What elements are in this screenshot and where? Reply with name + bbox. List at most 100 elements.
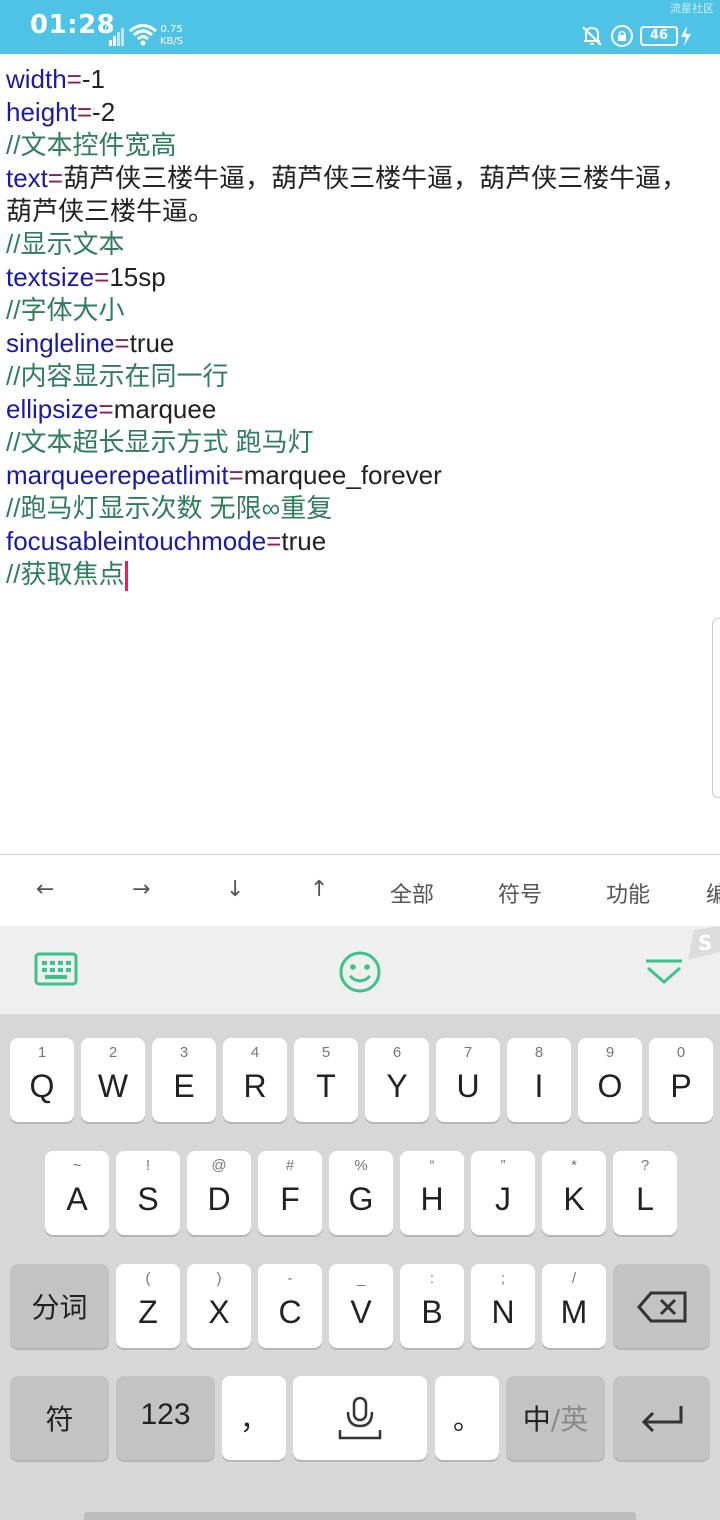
- key-label: P: [670, 1068, 692, 1104]
- language-switch-key[interactable]: 中/英: [506, 1376, 605, 1460]
- keyboard-icon[interactable]: [34, 952, 78, 986]
- attribute-value: -2: [92, 97, 116, 127]
- numbers-key[interactable]: 123: [116, 1376, 215, 1460]
- key-c[interactable]: -C: [258, 1264, 322, 1348]
- cursor-up-button[interactable]: ↑: [310, 877, 328, 902]
- segment-key[interactable]: 分词: [10, 1264, 109, 1348]
- symbol-key-label: 符: [45, 1403, 74, 1436]
- hide-keyboard-icon[interactable]: [644, 958, 684, 986]
- key-v[interactable]: _ V: [329, 1264, 393, 1348]
- code-attribute-line: text=葫芦侠三楼牛逼，葫芦侠三楼牛逼，葫芦侠三楼牛逼，葫芦侠三楼牛逼。: [6, 162, 706, 228]
- speed-unit: KB/S: [160, 36, 184, 47]
- code-attribute-line: focusableintouchmode=true: [6, 525, 706, 558]
- backspace-icon: [637, 1291, 687, 1323]
- functions-button[interactable]: 功能: [606, 877, 650, 909]
- attribute-value: 葫芦侠三楼牛逼，葫芦侠三楼牛逼，葫芦侠三楼牛逼，葫芦侠三楼牛逼。: [6, 163, 688, 226]
- enter-key[interactable]: [613, 1376, 710, 1460]
- key-label: G: [348, 1181, 374, 1217]
- key-q[interactable]: 1Q: [10, 1038, 74, 1122]
- key-secondary-label: *: [571, 1157, 577, 1174]
- key-secondary-label: 7: [463, 1044, 473, 1061]
- code-editor[interactable]: width=-1 height=-2//文本控件宽高 text=葫芦侠三楼牛逼，葫芦…: [0, 54, 720, 854]
- key-label: C: [278, 1294, 302, 1330]
- code-comment-line: //跑马灯显示次数 无限∞重复: [6, 492, 706, 525]
- watermark-text: 流星社区: [670, 2, 714, 15]
- code-comment-line: //字体大小: [6, 294, 706, 327]
- key-b[interactable]: :B: [400, 1264, 464, 1348]
- key-secondary-label: 8: [534, 1044, 544, 1061]
- period-key[interactable]: 。: [435, 1376, 499, 1460]
- key-a[interactable]: ~ A: [45, 1151, 109, 1235]
- key-x[interactable]: ) X: [187, 1264, 251, 1348]
- key-secondary-label: ~: [72, 1157, 82, 1174]
- cursor-left-button[interactable]: ←: [36, 877, 54, 902]
- key-f[interactable]: # F: [258, 1151, 322, 1235]
- key-m[interactable]: / M: [542, 1264, 606, 1348]
- key-label: W: [97, 1068, 129, 1104]
- key-w[interactable]: 2W: [81, 1038, 145, 1122]
- wifi-icon: [129, 24, 157, 46]
- key-label: A: [66, 1181, 88, 1217]
- backspace-key[interactable]: [613, 1264, 710, 1348]
- key-secondary-label: 3: [179, 1044, 189, 1061]
- keyboard: 分词 符 123 ， 。 中/英 1 Q 2 W 3 E 4 R 5 T 6 Y 7 U 8 I 9 O 0 P ~ A!…: [0, 1014, 720, 1520]
- code-content[interactable]: width=-1 height=-2//文本控件宽高 text=葫芦侠三楼牛逼，葫芦…: [6, 63, 706, 592]
- editor-shortcut-bar: ← → ↓ ↑ 全部 符号 功能 编: [0, 854, 720, 926]
- key-secondary-label: 4: [250, 1044, 260, 1061]
- key-secondary-label: :: [429, 1270, 435, 1287]
- key-s[interactable]: ! S: [116, 1151, 180, 1235]
- text-cursor: [125, 561, 129, 592]
- attribute-value: marquee_forever: [243, 460, 442, 490]
- key-n[interactable]: ; N: [471, 1264, 535, 1348]
- space-voice-key[interactable]: [293, 1376, 427, 1460]
- symbols-button[interactable]: 符号: [498, 877, 542, 909]
- attribute-key: ellipsize: [6, 394, 99, 424]
- key-u[interactable]: 7U: [436, 1038, 500, 1122]
- key-o[interactable]: 9O: [578, 1038, 642, 1122]
- equals-sign: =: [47, 163, 64, 193]
- key-label: M: [560, 1294, 588, 1330]
- key-l[interactable]: ? L: [613, 1151, 677, 1235]
- key-j[interactable]: ” J: [471, 1151, 535, 1235]
- key-r[interactable]: 4R: [223, 1038, 287, 1122]
- key-secondary-label: _: [356, 1270, 366, 1287]
- key-label: Z: [138, 1294, 158, 1330]
- comment-text: //内容显示在同一行: [6, 361, 229, 391]
- key-label: K: [563, 1181, 585, 1217]
- key-g[interactable]: % G: [329, 1151, 393, 1235]
- lang-sep-label: /: [550, 1403, 561, 1436]
- equals-sign: =: [228, 460, 244, 490]
- key-secondary-label: ): [216, 1270, 222, 1287]
- cursor-right-button[interactable]: →: [132, 877, 150, 902]
- emoji-icon[interactable]: [338, 950, 382, 994]
- cursor-down-button[interactable]: ↓: [226, 877, 244, 902]
- key-k[interactable]: * K: [542, 1151, 606, 1235]
- code-attribute-line: marqueerepeatlimit=marquee_forever: [6, 459, 706, 492]
- key-d[interactable]: @ D: [187, 1151, 251, 1235]
- key-i[interactable]: 8I: [507, 1038, 571, 1122]
- key-label: L: [636, 1181, 654, 1217]
- key-t[interactable]: 5T: [294, 1038, 358, 1122]
- keyboard-toolbar: S: [0, 926, 720, 1014]
- more-button[interactable]: 编: [706, 877, 720, 909]
- scroll-handle[interactable]: [712, 618, 720, 798]
- key-p[interactable]: 0P: [649, 1038, 713, 1122]
- key-h[interactable]: “H: [400, 1151, 464, 1235]
- key-label: U: [456, 1068, 480, 1104]
- key-z[interactable]: (Z: [116, 1264, 180, 1348]
- key-y[interactable]: 6Y: [365, 1038, 429, 1122]
- key-e[interactable]: 3E: [152, 1038, 216, 1122]
- key-label: O: [597, 1068, 623, 1104]
- code-attribute-line: textsize=15sp: [6, 261, 706, 294]
- equals-sign: =: [66, 64, 82, 94]
- attribute-key: marqueerepeatlimit: [6, 460, 229, 490]
- symbol-key[interactable]: 符: [10, 1376, 109, 1460]
- key-secondary-label: 1: [37, 1044, 47, 1061]
- key-secondary-label: ?: [640, 1157, 650, 1174]
- comment-text: //字体大小: [6, 295, 125, 325]
- bell-muted-icon: [582, 26, 602, 46]
- code-attribute-line: ellipsize=marquee: [6, 393, 706, 426]
- key-label: S: [137, 1181, 159, 1217]
- select-all-button[interactable]: 全部: [390, 877, 434, 909]
- comma-key[interactable]: ，: [222, 1376, 286, 1460]
